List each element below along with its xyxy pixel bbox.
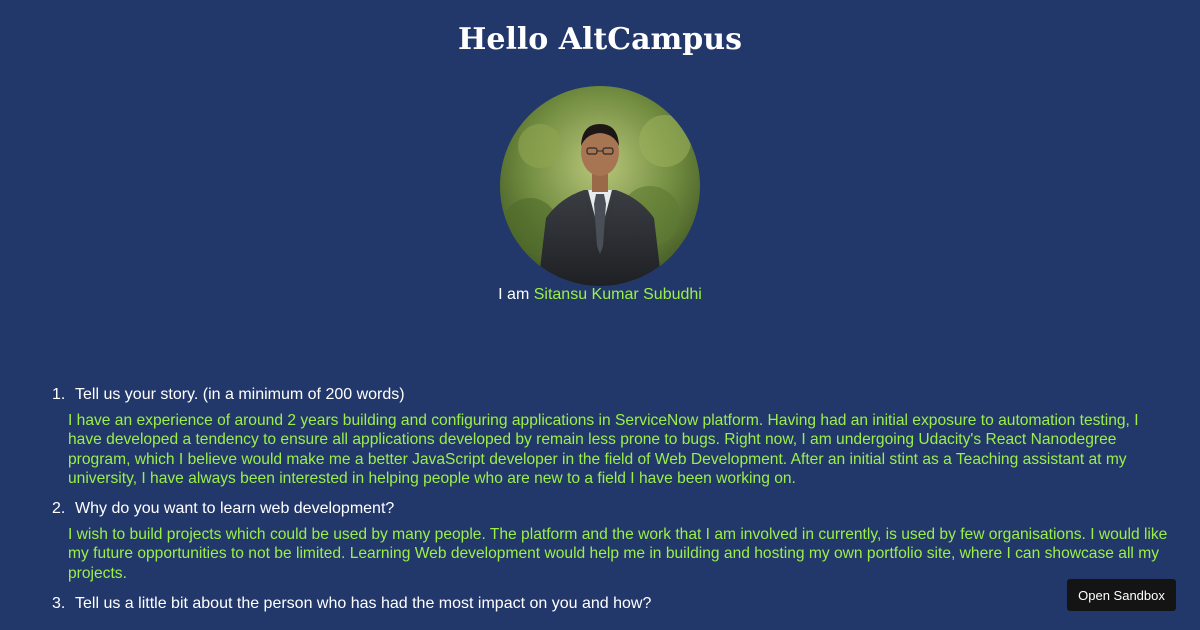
question-number: 1.: [52, 386, 66, 403]
intro-prefix: I am: [498, 286, 530, 303]
question-number: 3.: [52, 595, 66, 613]
list-item: 1. Tell us your story. (in a minimum of 2…: [52, 385, 1172, 488]
question: 1. Tell us your story. (in a minimum of 2…: [52, 385, 1172, 404]
question-text: Why do you want to learn web development…: [75, 500, 395, 518]
list-item: 2. Why do you want to learn web developme…: [52, 499, 1172, 583]
intro-line: I am Sitansu Kumar Subudhi: [0, 285, 1200, 305]
question-text: Tell us your story. (in a minimum of 200…: [75, 386, 405, 403]
question: 2. Why do you want to learn web developme…: [52, 499, 1172, 518]
page-title: Hello AltCampus: [458, 22, 742, 57]
answer-text: I have an experience of around 2 years b…: [68, 412, 1139, 487]
question-number: 2.: [52, 500, 66, 518]
question-list: 1. Tell us your story. (in a minimum of 2…: [52, 385, 1172, 624]
answer-text: I wish to build projects which could be …: [68, 526, 1168, 582]
profile-photo: [500, 86, 700, 286]
question: 3. Tell us a little bit about the person …: [52, 594, 1172, 613]
avatar: [500, 86, 700, 286]
list-item: 3. Tell us a little bit about the person …: [52, 594, 1172, 613]
question-text: Tell us a little bit about the person wh…: [75, 595, 652, 613]
open-sandbox-button[interactable]: Open Sandbox: [1067, 579, 1176, 611]
person-name: Sitansu Kumar Subudhi: [533, 286, 702, 303]
